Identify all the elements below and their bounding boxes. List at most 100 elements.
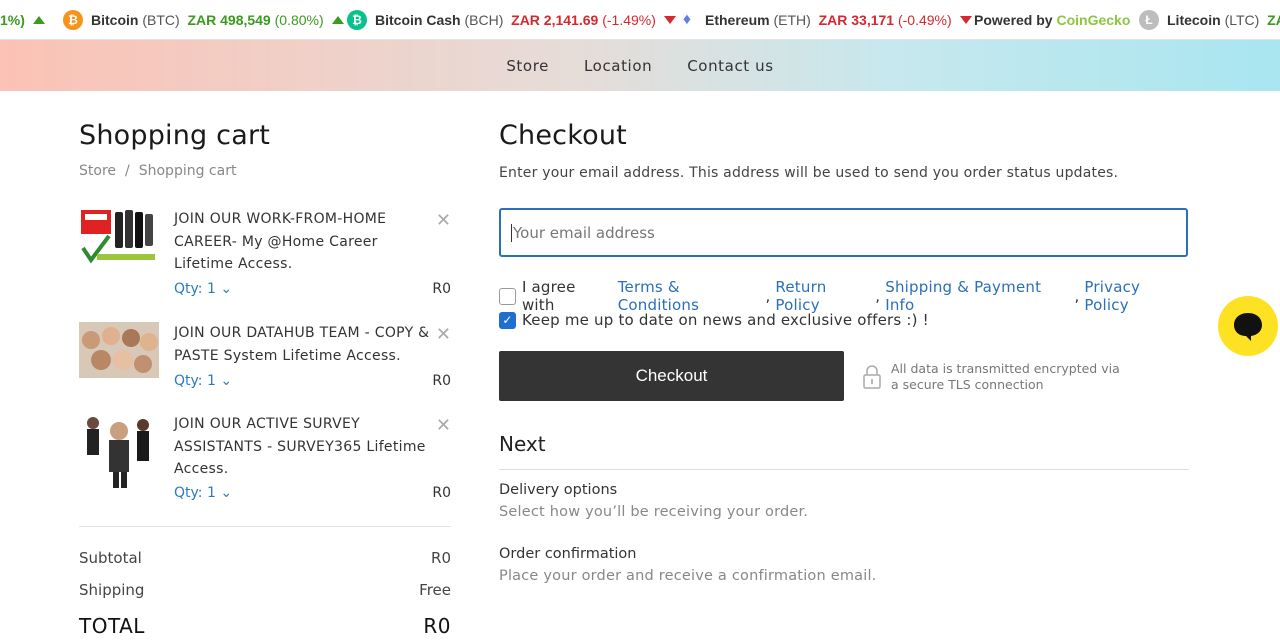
cart-item: JOIN OUR ACTIVE SURVEY ASSISTANTS - SURV… [79, 413, 451, 503]
email-field[interactable]: Your email address [499, 208, 1188, 257]
coin-price: ZAR 33,171 [818, 12, 895, 28]
nav-store[interactable]: Store [506, 57, 549, 75]
breadcrumb-store[interactable]: Store [79, 163, 116, 179]
product-thumbnail[interactable] [79, 413, 159, 491]
item-price: R0 [432, 373, 451, 389]
quantity-dropdown[interactable]: Qty: 1 ⌄ [174, 373, 232, 389]
powered-by-coingecko[interactable]: Powered by CoinGecko [974, 11, 1130, 29]
quantity-dropdown[interactable]: Qty: 1 ⌄ [174, 281, 232, 297]
coin-change: (-0.49%) [897, 12, 952, 28]
newsletter-checkbox[interactable]: ✓ [499, 311, 516, 329]
shipping-value: Free [419, 581, 451, 599]
ticker-change: 1%) [0, 12, 25, 28]
litecoin-icon: Ł [1139, 10, 1159, 30]
qty-label: Qty: 1 [174, 485, 216, 501]
remove-item-close-icon[interactable]: ✕ [436, 324, 451, 345]
breadcrumb: Store / Shopping cart [79, 163, 451, 179]
terms-agreement: I agree with Terms & Conditions, Return … [499, 278, 1189, 314]
step-description: Place your order and receive a confirmat… [499, 568, 877, 584]
nav-location[interactable]: Location [584, 57, 652, 75]
newsletter-label: Keep me up to date on news and exclusive… [522, 311, 929, 329]
ticker-item-bch[interactable]: ₿ Bitcoin Cash (BCH) ZAR 2,141.69 (-1.49… [347, 10, 676, 30]
privacy-policy-link[interactable]: Privacy Policy [1084, 278, 1189, 314]
step-description: Select how you’ll be receiving your orde… [499, 504, 809, 520]
qty-label: Qty: 1 [174, 281, 216, 297]
remove-item-close-icon[interactable]: ✕ [436, 210, 451, 231]
cart-item: JOIN OUR DATAHUB TEAM - COPY & PASTE Sys… [79, 322, 451, 392]
coin-name: Ethereum [705, 12, 770, 28]
crypto-ticker: 1%) ₿ Bitcoin (BTC) ZAR 498,549 (0.80%) … [0, 0, 1280, 40]
ticker-item-ltc[interactable]: Ł Litecoin (LTC) ZAR [1139, 10, 1280, 30]
next-divider [499, 469, 1189, 470]
coin-change: (0.80%) [274, 12, 324, 28]
agree-label: I agree with [521, 278, 576, 314]
total-label: TOTAL [79, 614, 145, 638]
bitcoin-icon: ₿ [63, 10, 83, 30]
step-title: Delivery options [499, 482, 618, 498]
quantity-dropdown[interactable]: Qty: 1 ⌄ [174, 485, 232, 501]
coin-symbol: (LTC) [1224, 12, 1260, 28]
chevron-down-icon: ⌄ [220, 485, 233, 501]
terms-checkbox[interactable] [499, 287, 516, 305]
coin-symbol: (ETH) [773, 12, 811, 28]
newsletter-optin: ✓ Keep me up to date on news and exclusi… [499, 311, 929, 329]
coin-name: Bitcoin Cash [375, 12, 461, 28]
subtotal-value: R0 [431, 549, 451, 567]
checkout-description: Enter your email address. This address w… [499, 165, 1119, 181]
secure-notice: All data is transmitted encrypted via a … [862, 361, 1131, 393]
remove-item-close-icon[interactable]: ✕ [436, 415, 451, 436]
cart-divider [79, 526, 451, 527]
coin-change: (-1.49%) [602, 12, 656, 28]
total-row: TOTAL R0 [79, 614, 451, 638]
ticker-item-btc[interactable]: ₿ Bitcoin (BTC) ZAR 498,549 (0.80%) [63, 10, 344, 30]
cart-title: Shopping cart [79, 120, 271, 151]
cart-item: JOIN OUR WORK-FROM-HOME CAREER- My @Home… [79, 208, 451, 298]
product-thumbnail[interactable] [79, 208, 159, 264]
up-arrow-icon [331, 16, 344, 24]
terms-link[interactable]: Terms & Conditions [618, 278, 766, 314]
shipping-info-link[interactable]: Shipping & Payment Info [885, 278, 1074, 314]
coin-name: Litecoin [1167, 12, 1221, 28]
subtotal-row: Subtotal R0 [79, 549, 451, 567]
coin-symbol: (BCH) [464, 12, 504, 28]
text-caret [511, 223, 512, 242]
down-arrow-icon [959, 16, 972, 24]
shopping-cart: Shopping cart Store / Shopping cart JOIN O… [79, 120, 451, 638]
secure-text: All data is transmitted encrypted via a … [891, 361, 1120, 392]
return-policy-link[interactable]: Return Policy [775, 278, 875, 314]
total-value: R0 [423, 614, 451, 638]
coin-price: ZAR 2,141.69 [511, 12, 599, 28]
bitcoin-cash-icon: ₿ [347, 10, 367, 30]
shipping-row: Shipping Free [79, 581, 451, 599]
nav-contact[interactable]: Contact us [687, 57, 773, 75]
main-nav: Store Location Contact us [0, 40, 1280, 91]
checkout-title: Checkout [499, 120, 627, 151]
product-thumbnail[interactable] [79, 322, 159, 378]
step-title: Order confirmation [499, 546, 637, 562]
coin-name: Bitcoin [91, 12, 139, 28]
subtotal-label: Subtotal [79, 549, 142, 567]
coin-price: ZAR [1267, 12, 1280, 28]
email-placeholder: Your email address [513, 223, 655, 242]
lock-icon [863, 365, 881, 389]
item-name: JOIN OUR WORK-FROM-HOME CAREER- My @Home… [174, 211, 387, 272]
checkout-button[interactable]: Checkout [499, 351, 844, 401]
coin-symbol: (BTC) [142, 12, 180, 28]
item-name: JOIN OUR ACTIVE SURVEY ASSISTANTS - SURV… [174, 416, 426, 477]
chevron-down-icon: ⌄ [220, 281, 233, 297]
ticker-item-partial: 1%) [0, 11, 45, 29]
checkout-panel: Checkout Enter your email address. This … [499, 120, 1189, 584]
powered-label: Powered by [974, 12, 1053, 28]
up-arrow-icon [32, 16, 45, 24]
coin-price: ZAR 498,549 [187, 12, 271, 28]
coingecko-link[interactable]: CoinGecko [1056, 12, 1130, 28]
next-heading: Next [499, 432, 546, 456]
ticker-item-eth[interactable]: ♦ Ethereum (ETH) ZAR 33,171 (-0.49%) [677, 11, 972, 29]
down-arrow-icon [663, 16, 676, 24]
chat-bubble-icon [1234, 313, 1262, 341]
chevron-down-icon: ⌄ [220, 373, 233, 389]
breadcrumb-separator: / [125, 163, 130, 179]
chat-widget-button[interactable] [1218, 296, 1278, 356]
qty-label: Qty: 1 [174, 373, 216, 389]
item-price: R0 [432, 485, 451, 501]
